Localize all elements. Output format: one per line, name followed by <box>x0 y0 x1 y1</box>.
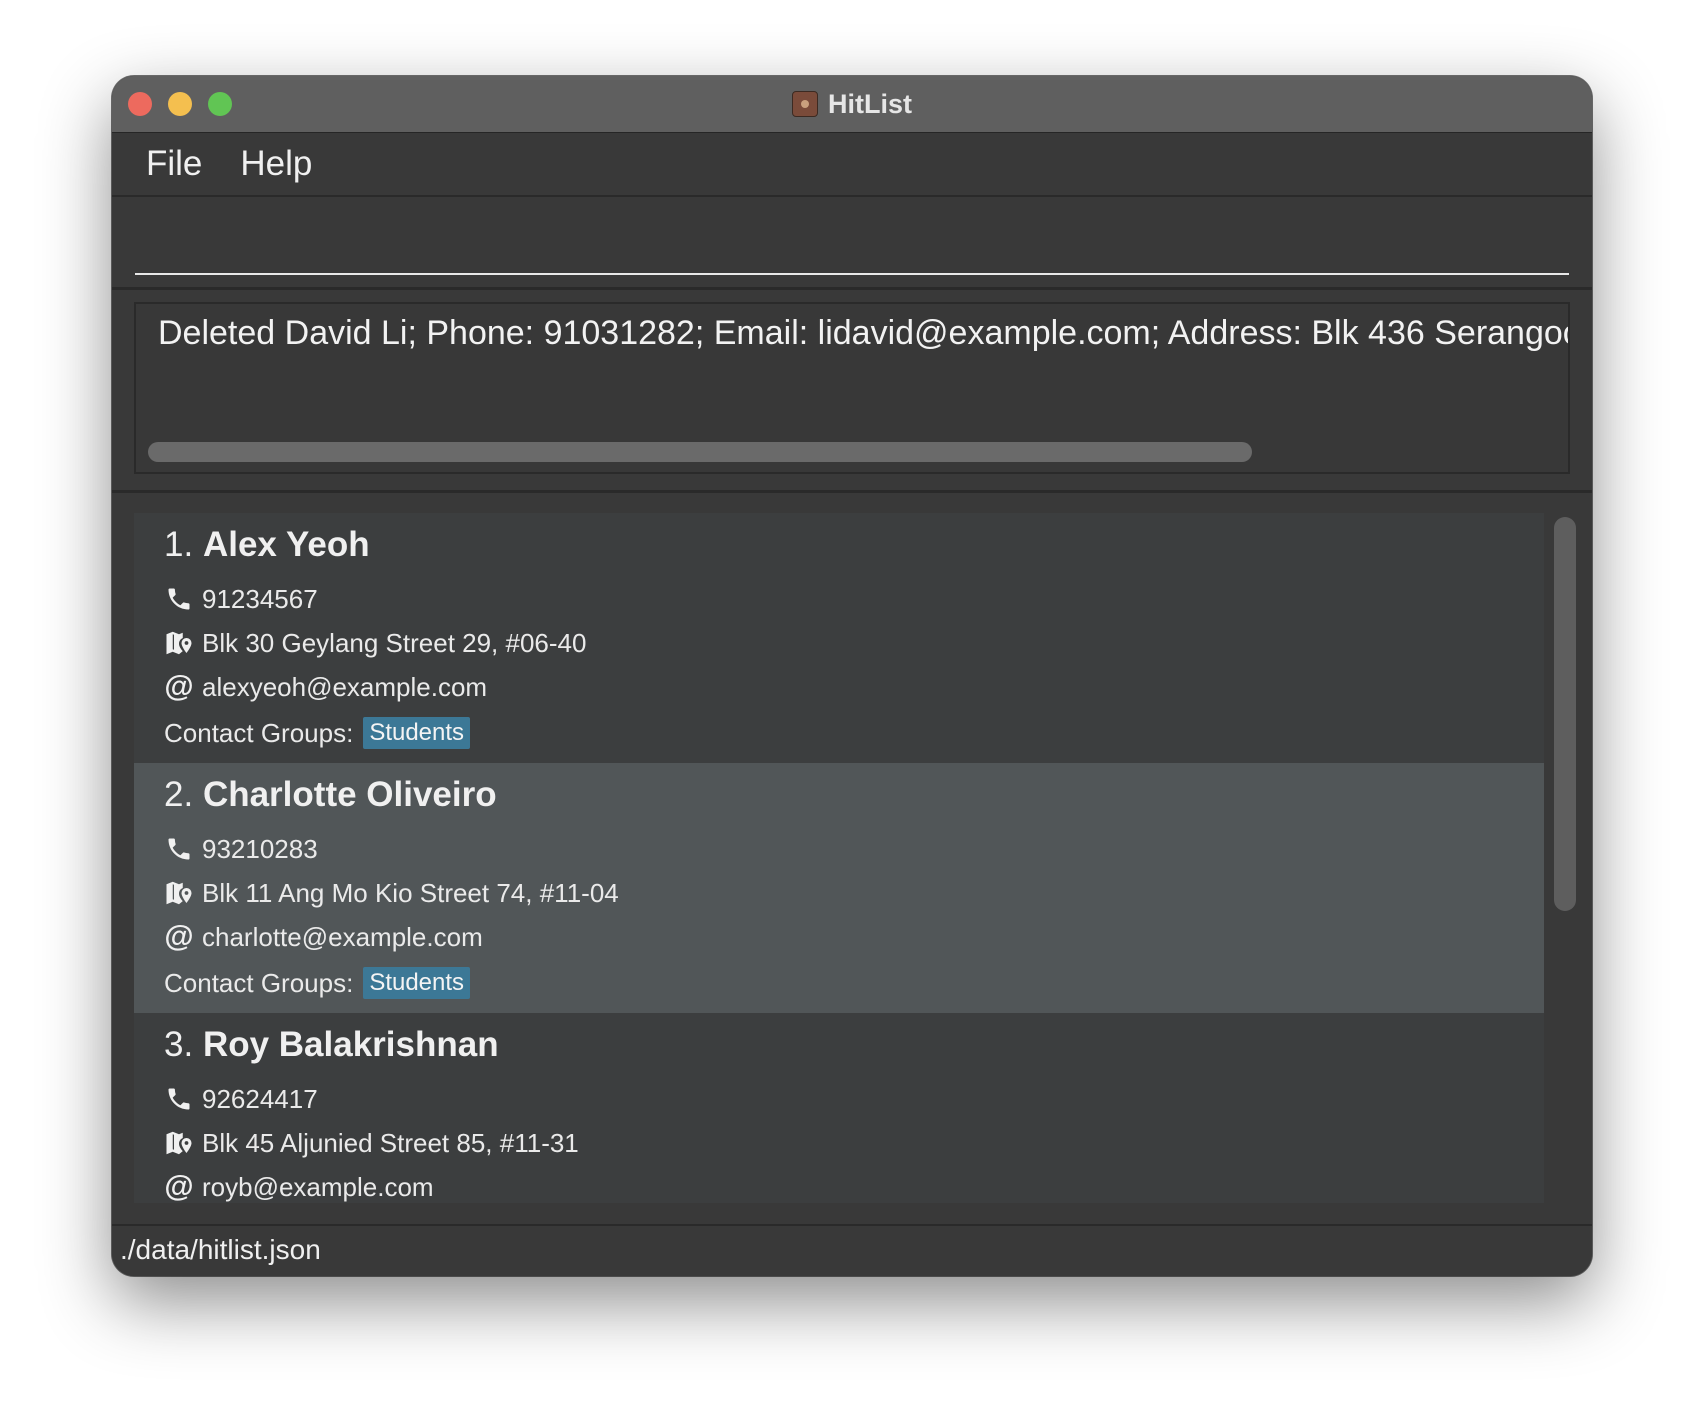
save-location: ./data/hitlist.json <box>120 1234 321 1265</box>
status-bar: ./data/hitlist.json <box>112 1224 1592 1276</box>
person-address: Blk 45 Aljunied Street 85, #11-31 <box>202 1127 579 1158</box>
person-name-row: 2. Charlotte Oliveiro <box>164 775 497 815</box>
person-name: Alex Yeoh <box>202 525 370 564</box>
result-message: Deleted David Li; Phone: 91031282; Email… <box>158 314 1568 352</box>
map-marker-icon <box>164 628 194 658</box>
person-email-row: @ alexyeoh@example.com <box>164 667 487 707</box>
contact-groups-label: Contact Groups: <box>164 967 354 998</box>
phone-icon <box>164 584 194 614</box>
person-name-row: 3. Roy Balakrishnan <box>164 1025 499 1065</box>
person-card-3[interactable]: 3. Roy Balakrishnan 92624417 Blk 45 Alju… <box>134 1013 1544 1203</box>
result-display-panel: Deleted David Li; Phone: 91031282; Email… <box>112 290 1592 493</box>
person-email: charlotte@example.com <box>202 921 483 952</box>
person-name: Roy Balakrishnan <box>202 1025 499 1064</box>
person-phone-row: 93210283 <box>164 829 318 869</box>
group-tag: Students <box>363 717 471 749</box>
person-list[interactable]: 1. Alex Yeoh 91234567 Blk 30 Geylang Str… <box>134 513 1544 1203</box>
person-email-row: @ charlotte@example.com <box>164 917 483 957</box>
person-name-row: 1. Alex Yeoh <box>164 525 370 565</box>
phone-icon <box>164 834 194 864</box>
person-name: Charlotte Oliveiro <box>202 775 497 814</box>
phone-icon <box>164 1084 194 1114</box>
contact-groups-label: Contact Groups: <box>164 717 354 748</box>
person-address-row: Blk 30 Geylang Street 29, #06-40 <box>164 623 586 663</box>
person-email-row: @ royb@example.com <box>164 1167 434 1203</box>
menu-file[interactable]: File <box>146 144 202 184</box>
command-box-panel <box>112 197 1592 290</box>
person-card-2[interactable]: 2. Charlotte Oliveiro 93210283 Blk 11 An… <box>134 763 1544 1013</box>
person-index: 2. <box>164 775 194 814</box>
map-marker-icon <box>164 878 194 908</box>
menu-help[interactable]: Help <box>240 144 312 184</box>
person-phone: 92624417 <box>202 1083 318 1114</box>
window-title: HitList <box>828 88 912 119</box>
person-phone: 93210283 <box>202 833 318 864</box>
person-phone: 91234567 <box>202 583 318 614</box>
group-tag: Students <box>363 967 471 999</box>
person-address: Blk 30 Geylang Street 29, #06-40 <box>202 627 587 658</box>
at-icon: @ <box>164 670 194 703</box>
person-list-panel: 1. Alex Yeoh 91234567 Blk 30 Geylang Str… <box>112 493 1592 1224</box>
person-address-row: Blk 11 Ang Mo Kio Street 74, #11-04 <box>164 873 619 913</box>
command-input[interactable] <box>135 207 1569 275</box>
person-groups-row: Contact Groups: Students <box>164 713 471 753</box>
person-phone-row: 91234567 <box>164 579 318 619</box>
person-address-row: Blk 45 Aljunied Street 85, #11-31 <box>164 1123 579 1163</box>
person-index: 1. <box>164 525 194 564</box>
person-address: Blk 11 Ang Mo Kio Street 74, #11-04 <box>202 877 619 908</box>
person-card-1[interactable]: 1. Alex Yeoh 91234567 Blk 30 Geylang Str… <box>134 513 1544 763</box>
at-icon: @ <box>164 1170 194 1203</box>
at-icon: @ <box>164 920 194 953</box>
person-phone-row: 92624417 <box>164 1079 318 1119</box>
app-logo-icon <box>792 91 818 117</box>
menu-bar: File Help <box>112 133 1592 197</box>
title-bar[interactable]: HitList <box>112 76 1592 133</box>
list-vertical-scrollbar[interactable] <box>1554 517 1576 911</box>
app-window: HitList File Help Deleted David Li; Phon… <box>112 76 1592 1276</box>
person-email: royb@example.com <box>202 1171 434 1202</box>
person-groups-row: Contact Groups: Students <box>164 963 471 1003</box>
map-marker-icon <box>164 1128 194 1158</box>
person-index: 3. <box>164 1025 194 1064</box>
result-display: Deleted David Li; Phone: 91031282; Email… <box>134 302 1570 474</box>
person-email: alexyeoh@example.com <box>202 671 488 702</box>
result-horizontal-scrollbar[interactable] <box>148 442 1252 462</box>
window-title-group: HitList <box>112 76 1592 132</box>
